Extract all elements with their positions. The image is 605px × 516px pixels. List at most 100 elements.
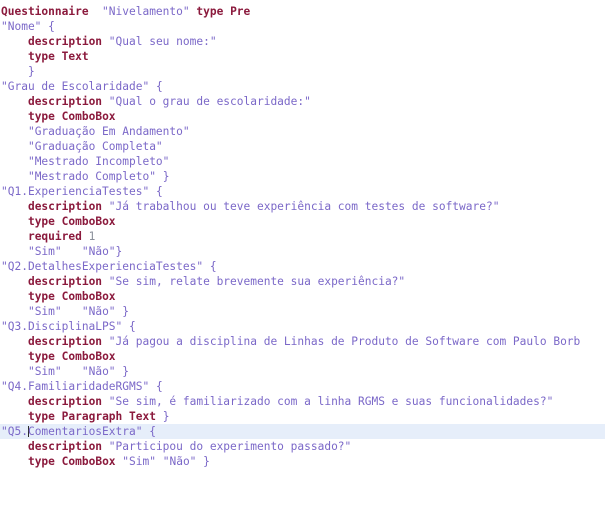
code-string: "Já pagou a disciplina de Linhas de Prod… xyxy=(108,335,581,348)
code-string: "Nivelamento" xyxy=(102,5,190,18)
code-brace: { xyxy=(149,425,156,438)
code-string: "Sim" xyxy=(27,365,62,378)
code-keyword: description xyxy=(27,35,103,48)
code-line[interactable]: "Q5.ComentariosExtra" { xyxy=(0,424,605,439)
code-keyword: required xyxy=(27,230,82,243)
code-line[interactable]: "Q1.ExperienciaTestes" { xyxy=(0,184,605,199)
code-string: "Não" xyxy=(81,305,116,318)
code-line[interactable]: type Paragraph Text } xyxy=(0,409,605,424)
code-line[interactable]: description "Qual seu nome:" xyxy=(0,34,605,49)
code-string: "Não" xyxy=(162,455,197,468)
code-string: "Sim" xyxy=(27,245,62,258)
code-keyword: type xyxy=(27,50,55,63)
code-string: "Qual seu nome:" xyxy=(108,35,217,48)
code-string: "Mestrado Completo" xyxy=(27,170,156,183)
code-string: "Se sim, relate brevemente sua experiênc… xyxy=(108,275,406,288)
code-line[interactable]: description "Já trabalhou ou teve experi… xyxy=(0,199,605,214)
code-line[interactable]: required 1 xyxy=(0,229,605,244)
code-line[interactable]: "Sim" "Não"} xyxy=(0,244,605,259)
code-line[interactable]: type ComboBox xyxy=(0,109,605,124)
code-line[interactable]: description "Qual o grau de escolaridade… xyxy=(0,94,605,109)
code-string: ComentariosExtra" xyxy=(27,425,143,438)
code-line[interactable]: description "Participou do experimento p… xyxy=(0,439,605,454)
code-line[interactable]: "Mestrado Completo" } xyxy=(0,169,605,184)
code-string: "Q3.DisciplinaLPS" xyxy=(1,320,123,333)
code-type-value: Text xyxy=(61,50,89,63)
code-type-value: ComboBox xyxy=(61,350,116,363)
code-string: "Q2.DetalhesExperienciaTestes" xyxy=(1,260,204,273)
code-brace: { xyxy=(155,185,163,198)
code-line[interactable]: "Sim" "Não" } xyxy=(0,304,605,319)
code-line[interactable]: Questionnaire "Nivelamento" type Pre xyxy=(0,4,605,19)
code-line[interactable]: "Nome" { xyxy=(0,19,605,34)
code-type-value: Paragraph Text xyxy=(61,410,156,423)
code-keyword: description xyxy=(27,275,103,288)
code-string: "Grau de Escolaridade" xyxy=(1,80,150,93)
code-type-value: ComboBox xyxy=(61,455,116,468)
code-type-value: ComboBox xyxy=(61,215,116,228)
code-type-value: ComboBox xyxy=(61,110,116,123)
code-line[interactable]: "Q3.DisciplinaLPS" { xyxy=(0,319,605,334)
code-line[interactable]: description "Já pagou a disciplina de Li… xyxy=(0,334,605,349)
code-editor-canvas[interactable]: Questionnaire "Nivelamento" type Pre "Nom… xyxy=(0,0,605,516)
code-line[interactable]: type Text xyxy=(0,49,605,64)
code-string: "Q1.ExperienciaTestes" xyxy=(1,185,150,198)
code-brace: } xyxy=(162,170,170,183)
code-line[interactable]: } xyxy=(0,64,605,79)
code-line[interactable]: "Graduação Em Andamento" xyxy=(0,124,605,139)
code-string: "Sim" xyxy=(27,305,62,318)
code-brace: } xyxy=(115,245,123,258)
code-brace: } xyxy=(203,455,210,468)
code-line[interactable]: "Sim" "Não" } xyxy=(0,364,605,379)
code-line[interactable]: "Q4.FamiliaridadeRGMS" { xyxy=(0,379,605,394)
code-line[interactable]: type ComboBox xyxy=(0,289,605,304)
code-keyword: type xyxy=(196,5,224,18)
code-line[interactable]: description "Se sim, é familiarizado com… xyxy=(0,394,605,409)
code-string: "Graduação Em Andamento" xyxy=(27,125,190,138)
code-line[interactable]: type ComboBox "Sim" "Não" } xyxy=(0,454,605,469)
code-line[interactable]: "Grau de Escolaridade" { xyxy=(0,79,605,94)
code-type-value: ComboBox xyxy=(61,290,116,303)
code-line[interactable]: description "Se sim, relate brevemente s… xyxy=(0,274,605,289)
code-line[interactable]: "Graduação Completa" xyxy=(0,139,605,154)
code-line[interactable]: type ComboBox xyxy=(0,214,605,229)
code-keyword: type xyxy=(27,110,55,123)
code-brace: } xyxy=(162,410,170,423)
code-brace: { xyxy=(155,380,163,393)
code-line[interactable]: type ComboBox xyxy=(0,349,605,364)
code-brace: { xyxy=(48,20,55,33)
code-keyword: type xyxy=(27,215,55,228)
code-brace: { xyxy=(155,80,163,93)
code-brace: { xyxy=(209,260,217,273)
code-keyword: description xyxy=(27,440,103,453)
code-line[interactable]: "Mestrado Incompleto" xyxy=(0,154,605,169)
code-keyword: description xyxy=(27,335,103,348)
code-string: "Já trabalhou ou teve experiência com te… xyxy=(108,200,500,213)
code-string: "Q4.FamiliaridadeRGMS" xyxy=(1,380,150,393)
code-line[interactable]: "Q2.DetalhesExperienciaTestes" { xyxy=(0,259,605,274)
code-type-value: Pre xyxy=(230,5,251,18)
